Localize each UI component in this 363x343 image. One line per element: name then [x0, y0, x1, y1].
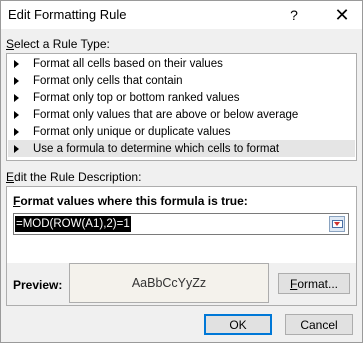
edit-rule-description-label: Edit the Rule Description: [6, 170, 141, 184]
right-triangle-icon [14, 110, 25, 119]
close-button[interactable]: ✕ [322, 1, 362, 29]
select-rule-type-mnemonic: S [6, 37, 15, 51]
ok-button[interactable]: OK [204, 314, 272, 335]
right-triangle-icon [14, 76, 25, 85]
preview-sample: AaBbCcYyZz [69, 263, 269, 303]
rule-type-item[interactable]: Format only values that are above or bel… [8, 106, 355, 123]
right-triangle-icon [14, 59, 25, 68]
formula-input[interactable]: =MOD(ROW(A1),2)=1 [13, 213, 349, 235]
select-rule-type-label: Select a Rule Type: [6, 37, 110, 51]
dialog-title: Edit Formatting Rule [8, 7, 127, 22]
rule-description-panel: Format values where this formula is true… [6, 186, 357, 306]
rule-type-item-label: Format all cells based on their values [33, 57, 223, 70]
title-bar: Edit Formatting Rule ? ✕ [1, 1, 362, 29]
format-button-mnemonic: F [289, 276, 298, 291]
rule-type-item-label: Format only cells that contain [33, 74, 183, 87]
edit-formatting-rule-dialog: Edit Formatting Rule ? ✕ Select a Rule T… [0, 0, 363, 343]
right-triangle-icon [14, 144, 25, 153]
collapse-dialog-button[interactable] [329, 216, 345, 232]
cancel-button[interactable]: Cancel [285, 314, 353, 335]
format-button-label: ormat... [297, 276, 339, 291]
rule-type-item-label: Format only top or bottom ranked values [33, 91, 240, 104]
help-button[interactable]: ? [274, 1, 314, 29]
formula-area: Format values where this formula is true… [7, 187, 356, 263]
edit-rule-description-label-text: dit the Rule Description: [14, 170, 142, 184]
collapse-arrow-icon [334, 222, 340, 226]
preview-sample-text: AaBbCcYyZz [131, 276, 207, 290]
rule-type-item[interactable]: Format only unique or duplicate values [8, 123, 355, 140]
formula-label-text: ormat values where this formula is true: [20, 194, 248, 208]
formula-value: =MOD(ROW(A1),2)=1 [15, 216, 131, 232]
rule-type-item[interactable]: Format only top or bottom ranked values [8, 89, 355, 106]
rule-type-item[interactable]: Format all cells based on their values [8, 55, 355, 72]
rule-type-item[interactable]: Format only cells that contain [8, 72, 355, 89]
right-triangle-icon [14, 93, 25, 102]
formula-label: Format values where this formula is true… [13, 194, 248, 208]
rule-type-list[interactable]: Format all cells based on their values F… [6, 53, 357, 161]
edit-rule-description-mnemonic: E [6, 170, 15, 184]
rule-type-item-label: Format only values that are above or bel… [33, 108, 299, 121]
rule-type-item-label: Format only unique or duplicate values [33, 125, 231, 138]
select-rule-type-label-text: elect a Rule Type: [14, 37, 110, 51]
rule-type-item-label: Use a formula to determine which cells t… [33, 142, 280, 155]
rule-type-item-selected[interactable]: Use a formula to determine which cells t… [8, 140, 355, 157]
right-triangle-icon [14, 127, 25, 136]
format-button[interactable]: Format... [278, 273, 350, 294]
preview-label: Preview: [13, 278, 63, 292]
